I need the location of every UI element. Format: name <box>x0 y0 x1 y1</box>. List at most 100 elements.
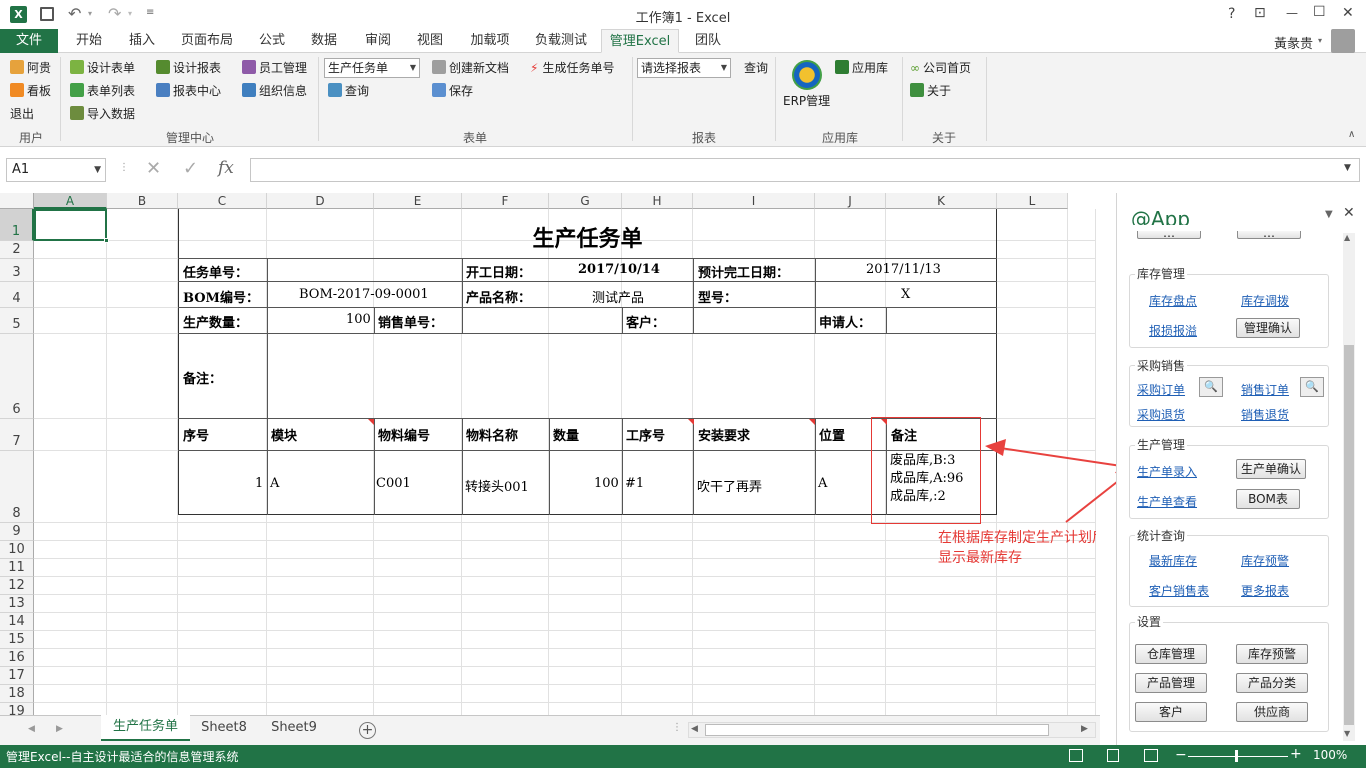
tab-manage-excel[interactable]: 管理Excel <box>601 29 679 53</box>
company-home-button[interactable]: ∞ 公司首页 <box>910 58 971 78</box>
row-header[interactable]: 16 <box>0 649 34 667</box>
erp-icon[interactable] <box>792 60 822 90</box>
zoom-slider-thumb[interactable] <box>1235 750 1238 762</box>
link-purchase-order[interactable]: 采购订单 <box>1137 381 1185 398</box>
tab-view[interactable]: 视图 <box>408 29 452 53</box>
row-header[interactable]: 2 <box>0 241 34 259</box>
model-value[interactable]: X <box>901 287 910 302</box>
row-seq[interactable]: 1 <box>255 476 263 491</box>
report-select[interactable]: 请选择报表 ▼ <box>637 58 731 78</box>
select-all-corner[interactable] <box>0 193 34 209</box>
row-header[interactable]: 17 <box>0 667 34 685</box>
comment-indicator[interactable] <box>688 419 694 425</box>
row-header[interactable]: 12 <box>0 577 34 595</box>
formula-input[interactable] <box>250 158 1360 182</box>
design-form-button[interactable]: 设计表单 <box>70 58 135 78</box>
sheet-tab[interactable]: Sheet8 <box>194 720 254 735</box>
logout-button[interactable]: 退出 <box>10 104 34 124</box>
link-sales-order[interactable]: 销售订单 <box>1241 381 1289 398</box>
row-header[interactable]: 4 <box>0 282 34 308</box>
tab-addins[interactable]: 加载项 <box>462 29 518 53</box>
customize-qat-icon[interactable]: ≡ <box>146 7 154 18</box>
row-header[interactable]: 8 <box>0 451 34 523</box>
link-production-view[interactable]: 生产单查看 <box>1137 493 1197 510</box>
row-header[interactable]: 3 <box>0 259 34 282</box>
redo-dropdown-icon[interactable]: ▾ <box>128 9 132 18</box>
horizontal-scrollbar[interactable]: ◀ ▶ <box>688 722 1096 738</box>
bom-value[interactable]: BOM-2017-09-0001 <box>299 287 429 302</box>
ribbon-display-button[interactable]: ⊡ <box>1254 5 1266 21</box>
report-query-button[interactable]: 查询 <box>744 58 768 78</box>
search-so-button[interactable]: 🔍 <box>1300 377 1324 397</box>
import-data-button[interactable]: 导入数据 <box>70 104 135 124</box>
erp-button[interactable]: ERP管理 <box>783 91 830 111</box>
user-name[interactable]: 黃彖贵 <box>1274 33 1313 52</box>
row-header[interactable]: 15 <box>0 631 34 649</box>
user-dropdown-icon[interactable]: ▾ <box>1318 36 1322 45</box>
row-header[interactable]: 1 <box>0 209 34 241</box>
row-header[interactable]: 18 <box>0 685 34 703</box>
column-header[interactable]: H <box>622 193 693 209</box>
column-header[interactable]: G <box>549 193 622 209</box>
row-header[interactable]: 5 <box>0 308 34 334</box>
row-header[interactable]: 13 <box>0 595 34 613</box>
qty-value[interactable]: 100 <box>346 312 371 327</box>
scroll-up-icon[interactable]: ▲ <box>1344 233 1350 242</box>
supplier-button[interactable]: 供应商 <box>1236 702 1308 722</box>
comment-indicator[interactable] <box>809 419 815 425</box>
selected-cell[interactable] <box>34 209 107 241</box>
link-loss-report[interactable]: 报损报溢 <box>1149 322 1197 339</box>
scroll-thumb[interactable] <box>705 724 1049 736</box>
avatar[interactable] <box>1331 29 1355 53</box>
row-header[interactable]: 19 <box>0 703 34 715</box>
column-header[interactable]: C <box>178 193 267 209</box>
row-install[interactable]: 吹干了再弄 <box>697 476 762 495</box>
scroll-thumb[interactable] <box>1344 345 1354 725</box>
next-sheet-icon[interactable]: ▶ <box>56 724 63 734</box>
column-header[interactable]: A <box>34 193 107 209</box>
link-latest-stock[interactable]: 最新库存 <box>1149 552 1197 569</box>
tab-team[interactable]: 团队 <box>686 29 730 53</box>
form-query-button[interactable]: 查询 <box>328 81 369 101</box>
sheet-tab[interactable]: Sheet9 <box>264 720 324 735</box>
expand-formula-icon[interactable]: ▼ <box>1344 163 1351 173</box>
scroll-right-icon[interactable]: ▶ <box>1081 724 1088 734</box>
design-report-button[interactable]: 设计报表 <box>156 58 221 78</box>
row-module[interactable]: A <box>270 476 279 491</box>
row-header[interactable]: 14 <box>0 613 34 631</box>
link-more-reports[interactable]: 更多报表 <box>1241 582 1289 599</box>
column-header[interactable]: F <box>462 193 549 209</box>
enter-icon[interactable]: ✓ <box>183 158 198 179</box>
row-header[interactable]: 6 <box>0 334 34 419</box>
form-list-button[interactable]: 表单列表 <box>70 81 135 101</box>
mgmt-confirm-button[interactable]: 管理确认 <box>1236 318 1300 338</box>
about-button[interactable]: 关于 <box>910 81 951 101</box>
comment-indicator[interactable] <box>368 419 374 425</box>
tab-insert[interactable]: 插入 <box>120 29 164 53</box>
warehouse-mgmt-button[interactable]: 仓库管理 <box>1135 644 1207 664</box>
link-inventory-check[interactable]: 库存盘点 <box>1149 292 1197 309</box>
collapse-ribbon-icon[interactable]: ∧ <box>1348 129 1355 140</box>
row-pos[interactable]: A <box>818 476 827 491</box>
sheet-tab-active[interactable]: 生产任务单 <box>101 715 190 741</box>
prev-sheet-icon[interactable]: ◀ <box>28 724 35 734</box>
close-button[interactable]: ✕ <box>1342 5 1354 21</box>
stock-warning-button[interactable]: 库存预警 <box>1236 644 1308 664</box>
cancel-icon[interactable]: ✕ <box>146 158 161 179</box>
tab-file[interactable]: 文件 <box>0 29 58 53</box>
add-sheet-icon[interactable]: + <box>359 722 376 739</box>
link-sales-return[interactable]: 销售退货 <box>1241 406 1289 423</box>
column-header[interactable]: I <box>693 193 815 209</box>
product-category-button[interactable]: 产品分类 <box>1236 673 1308 693</box>
zoom-level[interactable]: 100% <box>1313 748 1347 762</box>
form-select[interactable]: 生产任务单 ▼ <box>324 58 420 78</box>
tab-data[interactable]: 数据 <box>302 29 346 53</box>
zoom-slider-track[interactable] <box>1188 756 1288 757</box>
new-doc-button[interactable]: 创建新文档 <box>432 58 509 78</box>
pane-options-icon[interactable]: ▼ <box>1325 209 1333 220</box>
start-date-value[interactable]: 2017/10/14 <box>578 262 660 277</box>
page-layout-view-icon[interactable] <box>1107 749 1119 762</box>
tab-page-layout[interactable]: 页面布局 <box>172 29 242 53</box>
save-doc-button[interactable]: 保存 <box>432 81 473 101</box>
row-header[interactable]: 9 <box>0 523 34 541</box>
